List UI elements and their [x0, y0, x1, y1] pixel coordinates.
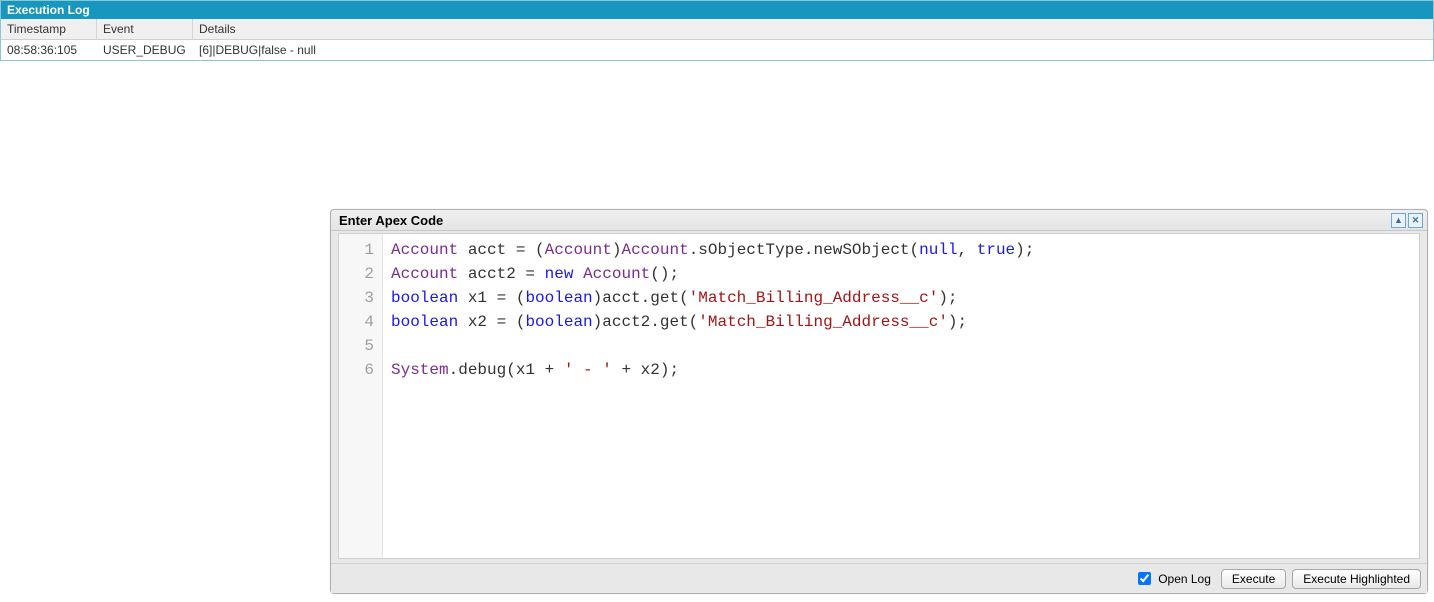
- open-log-label: Open Log: [1158, 572, 1211, 586]
- line-number: 2: [339, 262, 374, 286]
- log-cell-details: [6]|DEBUG|false - null: [193, 40, 1433, 60]
- code-area[interactable]: Account acct = (Account)Account.sObjectT…: [383, 234, 1034, 558]
- line-number: 3: [339, 286, 374, 310]
- apex-footer: Open Log Execute Execute Highlighted: [331, 563, 1427, 593]
- line-number: 1: [339, 238, 374, 262]
- line-number: 5: [339, 334, 374, 358]
- code-line: boolean x1 = (boolean)acct.get('Match_Bi…: [391, 286, 1034, 310]
- open-log-checkbox-label[interactable]: Open Log: [1134, 569, 1211, 588]
- code-line: Account acct2 = new Account();: [391, 262, 1034, 286]
- code-line: boolean x2 = (boolean)acct2.get('Match_B…: [391, 310, 1034, 334]
- log-header-row: Timestamp Event Details: [1, 19, 1433, 40]
- log-cell-event: USER_DEBUG: [97, 40, 193, 60]
- close-icon[interactable]: ✕: [1408, 213, 1423, 228]
- log-header-details[interactable]: Details: [193, 19, 1433, 39]
- log-header-event[interactable]: Event: [97, 19, 193, 39]
- log-row[interactable]: 08:58:36:105 USER_DEBUG [6]|DEBUG|false …: [1, 40, 1433, 60]
- apex-window-title: Enter Apex Code: [339, 213, 443, 228]
- execution-log-panel: Execution Log Timestamp Event Details 08…: [0, 0, 1434, 61]
- apex-window-titlebar[interactable]: Enter Apex Code ▲ ✕: [331, 210, 1427, 231]
- collapse-icon[interactable]: ▲: [1391, 213, 1406, 228]
- line-number-gutter: 1 2 3 4 5 6: [339, 234, 383, 558]
- line-number: 4: [339, 310, 374, 334]
- apex-code-window: Enter Apex Code ▲ ✕ 1 2 3 4 5 6 Account …: [330, 209, 1428, 594]
- code-editor[interactable]: 1 2 3 4 5 6 Account acct = (Account)Acco…: [338, 233, 1420, 559]
- code-line: Account acct = (Account)Account.sObjectT…: [391, 238, 1034, 262]
- code-line: [391, 334, 1034, 358]
- line-number: 6: [339, 358, 374, 382]
- execution-log-title: Execution Log: [1, 1, 1433, 19]
- log-cell-timestamp: 08:58:36:105: [1, 40, 97, 60]
- execute-highlighted-button[interactable]: Execute Highlighted: [1292, 569, 1421, 589]
- open-log-checkbox[interactable]: [1138, 572, 1151, 585]
- execute-button[interactable]: Execute: [1221, 569, 1286, 589]
- log-header-timestamp[interactable]: Timestamp: [1, 19, 97, 39]
- code-line: System.debug(x1 + ' - ' + x2);: [391, 358, 1034, 382]
